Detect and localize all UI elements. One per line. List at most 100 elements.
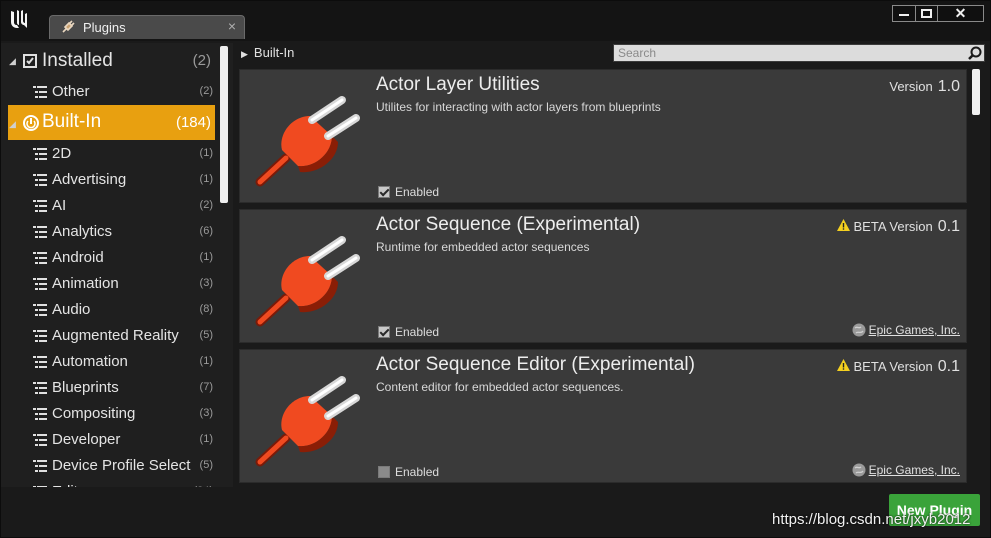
checkbox-box[interactable] (378, 326, 390, 338)
category-label: Developer (52, 431, 121, 448)
category-count: (6) (199, 225, 213, 237)
plug-icon (255, 236, 360, 327)
expand-triangle-icon: ◢ (9, 56, 16, 66)
category-count: (7) (199, 381, 213, 393)
version-label: Version (889, 79, 933, 94)
plugin-version: Version 1.0 (889, 78, 960, 96)
category-developer[interactable]: Developer (1) (1, 429, 221, 451)
category-count: (184) (175, 114, 211, 131)
enabled-checkbox[interactable]: Enabled (378, 465, 439, 479)
category-ai[interactable]: AI (2) (1, 195, 221, 217)
list-icon (33, 330, 47, 342)
maximize-button[interactable] (916, 5, 938, 22)
plugin-name: Actor Layer Utilities (376, 74, 540, 95)
enabled-checkbox[interactable]: Enabled (378, 325, 439, 339)
checkbox-box[interactable] (378, 186, 390, 198)
category-label: 2D (52, 145, 72, 162)
category-count: (1) (199, 173, 213, 185)
list-icon (33, 174, 47, 186)
category-count: (3) (199, 407, 213, 419)
enabled-label: Enabled (395, 185, 440, 199)
search-icon[interactable] (967, 46, 982, 61)
watermark: https://blog.csdn.net/jxyb2012 (772, 511, 971, 528)
version-number: 0.1 (937, 358, 960, 375)
breadcrumb-label: Built-In (253, 45, 295, 60)
category-label: Blueprints (52, 379, 119, 396)
warning-icon (836, 359, 850, 371)
plugin-name: Actor Sequence Editor (Experimental) (376, 354, 695, 375)
checkbox-box[interactable] (378, 466, 390, 478)
tab-plugins[interactable]: Plugins × (49, 15, 245, 39)
list-icon (33, 460, 47, 472)
plug-icon (255, 96, 360, 187)
category-label: Built-In (42, 111, 102, 132)
plugin-card[interactable]: Actor Sequence (Experimental) Runtime for… (239, 209, 967, 343)
plugin-version: BETA Version 0.1 (836, 218, 960, 236)
category-count: (1) (199, 433, 213, 445)
category-animation[interactable]: Animation (3) (1, 273, 221, 295)
minimize-button[interactable] (892, 5, 916, 22)
search-box[interactable] (613, 44, 985, 62)
category-android[interactable]: Android (1) (1, 247, 221, 269)
list-icon (33, 278, 47, 290)
category-augmented-reality[interactable]: Augmented Reality (5) (1, 325, 221, 347)
category-compositing[interactable]: Compositing (3) (1, 403, 221, 425)
enabled-label: Enabled (395, 325, 440, 339)
vendor-link[interactable]: Epic Games, Inc. (852, 323, 960, 337)
search-input[interactable] (614, 45, 972, 61)
list-icon (33, 486, 47, 487)
list-icon (33, 86, 47, 98)
enabled-checkbox[interactable]: Enabled (378, 185, 439, 199)
sidebar-scrollbar[interactable] (220, 46, 228, 203)
plug-icon (255, 376, 360, 467)
category-other[interactable]: Other (2) (1, 81, 221, 103)
category-label: Installed (42, 50, 113, 71)
plugin-card[interactable]: Actor Sequence Editor (Experimental) Cont… (239, 349, 967, 483)
tab-close-button[interactable]: × (228, 18, 236, 34)
plugin-list-scrollbar[interactable] (972, 69, 980, 115)
plugin-description: Runtime for embedded actor sequences (376, 240, 590, 254)
category-count: (8) (199, 303, 213, 315)
version-label: BETA Version (853, 219, 933, 234)
enabled-label: Enabled (395, 465, 440, 479)
breadcrumb-arrow-icon: ▶ (241, 49, 248, 59)
category-audio[interactable]: Audio (8) (1, 299, 221, 321)
category-count: (2) (199, 85, 213, 97)
plugin-description: Utilites for interacting with actor laye… (376, 100, 661, 114)
version-number: 1.0 (937, 78, 960, 95)
category-label: Analytics (52, 223, 113, 240)
category-count: (3) (199, 277, 213, 289)
category-advertising[interactable]: Advertising (1) (1, 169, 221, 191)
category-editor[interactable]: Editor (34) (1, 481, 221, 487)
category-label: Automation (52, 353, 128, 370)
plug-icon (62, 20, 75, 33)
category-device-profile-select[interactable]: Device Profile Select (5) (1, 455, 221, 477)
category-label: Android (52, 249, 104, 266)
category-sidebar: ◢ Installed (2) Other (2) ◢ Built-In (18… (1, 43, 233, 487)
plugin-card[interactable]: Actor Layer Utilities Utilites for intera… (239, 69, 967, 203)
list-icon (33, 356, 47, 368)
category-blueprints[interactable]: Blueprints (7) (1, 377, 221, 399)
category-label: Other (52, 83, 90, 100)
vendor-link[interactable]: Epic Games, Inc. (852, 463, 960, 477)
vendor-name[interactable]: Epic Games, Inc. (869, 463, 960, 477)
list-icon (33, 408, 47, 420)
category-count: (1) (199, 251, 213, 263)
list-icon (33, 226, 47, 238)
plugin-description: Content editor for embedded actor sequen… (376, 380, 624, 394)
category-analytics[interactable]: Analytics (6) (1, 221, 221, 243)
category-label: Editor (52, 483, 91, 487)
category-automation[interactable]: Automation (1) (1, 351, 221, 373)
category-installed[interactable]: ◢ Installed (2) (1, 48, 221, 74)
category-count: (1) (199, 355, 213, 367)
warning-icon (836, 219, 850, 231)
vendor-name[interactable]: Epic Games, Inc. (869, 323, 960, 337)
close-window-button[interactable]: ✕ (938, 5, 984, 22)
list-icon (33, 200, 47, 212)
list-icon (33, 304, 47, 316)
category-count: (34) (193, 485, 213, 487)
breadcrumb[interactable]: ▶ Built-In (241, 45, 294, 60)
category-2d[interactable]: 2D (1) (1, 143, 221, 165)
plugin-version: BETA Version 0.1 (836, 358, 960, 376)
category-built-in[interactable]: ◢ Built-In (184) (8, 105, 215, 140)
